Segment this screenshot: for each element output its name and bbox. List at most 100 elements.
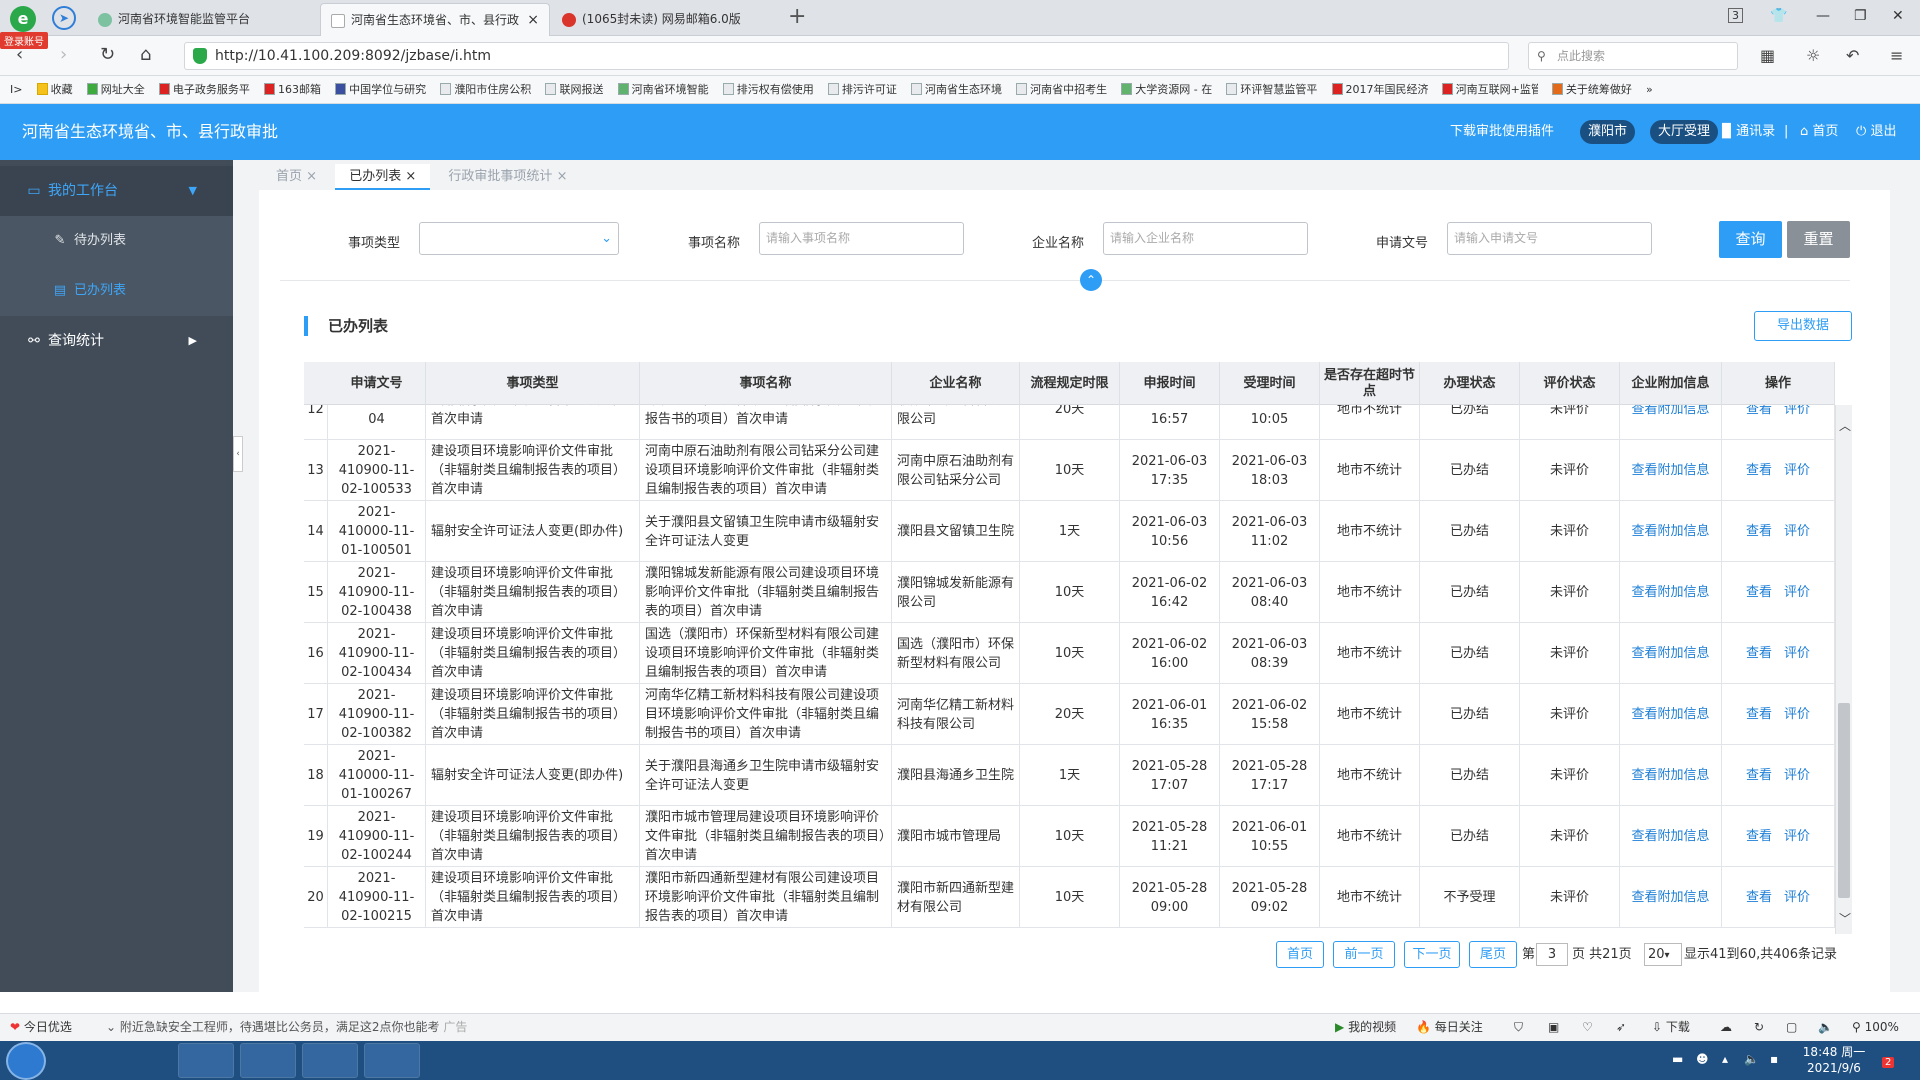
bookmark-item[interactable]: 电子政务服务平 bbox=[158, 76, 250, 103]
bookmark-item[interactable]: 环评智慧监管平 bbox=[1226, 76, 1317, 103]
view-link[interactable]: 查看 bbox=[1746, 827, 1772, 846]
bookmark-item[interactable]: 收藏 bbox=[36, 76, 73, 103]
skin-icon[interactable]: 👕 bbox=[1770, 8, 1787, 24]
bookmarks-more[interactable]: » bbox=[1646, 76, 1653, 103]
table-cell[interactable]: 查看附加信息 bbox=[1620, 440, 1722, 501]
rate-link[interactable]: 评价 bbox=[1784, 827, 1810, 846]
bookmark-item[interactable]: 大学资源网 - 在 bbox=[1121, 76, 1212, 103]
bookmark-item[interactable]: 河南省生态环境 bbox=[911, 76, 1002, 103]
per-page-select[interactable]: 20▾ bbox=[1644, 943, 1682, 966]
bookmark-item[interactable]: 排污许可证 bbox=[827, 76, 897, 103]
view-link[interactable]: 查看 bbox=[1746, 583, 1772, 602]
taskbar-app-explorer[interactable] bbox=[178, 1043, 234, 1078]
shield-icon[interactable]: ⛉ bbox=[1514, 1014, 1523, 1041]
start-button[interactable] bbox=[6, 1042, 46, 1080]
view-link[interactable]: 查看 bbox=[1746, 705, 1772, 724]
item-name-input[interactable]: 请输入事项名称 bbox=[759, 222, 964, 255]
bookmarks-toggle-icon[interactable]: I> bbox=[10, 76, 22, 103]
tray-keyboard-icon[interactable]: ▬ bbox=[1672, 1052, 1683, 1066]
sidebar-item-todo[interactable]: ✎ 待办列表 bbox=[0, 216, 233, 266]
download-plugin-link[interactable]: 下载审批使用插件 bbox=[1450, 104, 1554, 160]
cloud-icon[interactable]: ☁ bbox=[1720, 1014, 1732, 1041]
browser-tab-mail[interactable]: (1065封未读) 网易邮箱6.0版 bbox=[552, 3, 782, 36]
reset-button[interactable]: 重置 bbox=[1787, 221, 1850, 258]
bookmark-item[interactable]: 濮阳市住房公积 bbox=[440, 76, 531, 103]
new-tab-button[interactable]: + bbox=[788, 4, 806, 29]
send-arrow-icon[interactable]: ➤ bbox=[52, 6, 76, 30]
minimize-icon[interactable]: — bbox=[1816, 8, 1830, 24]
rocket-icon[interactable]: ➶ bbox=[1616, 1014, 1626, 1041]
city-selector[interactable]: 濮阳市 bbox=[1580, 120, 1636, 144]
tab-stats[interactable]: 行政审批事项统计 × bbox=[434, 164, 581, 190]
cell-extra[interactable]: 查看附加信息 bbox=[1631, 644, 1709, 663]
restore-icon[interactable]: ❐ bbox=[1854, 8, 1867, 24]
refresh-small-icon[interactable]: ↻ bbox=[1754, 1014, 1764, 1041]
taskbar-app-ie[interactable] bbox=[116, 1043, 172, 1078]
download-link[interactable]: ⇩ 下载 bbox=[1652, 1014, 1690, 1041]
news-ticker[interactable]: ⌄ 附近急缺安全工程师，待遇堪比公务员，满足这2点你也能考 广告 bbox=[106, 1014, 467, 1041]
undo-icon[interactable]: ↶ bbox=[1846, 46, 1859, 65]
cell-extra[interactable]: 查看附加信息 bbox=[1631, 888, 1709, 907]
table-scrollbar[interactable]: ︿ ﹀ bbox=[1835, 405, 1852, 934]
docno-input[interactable]: 请输入申请文号 bbox=[1447, 222, 1652, 255]
notification-badge[interactable]: 2 bbox=[1882, 1057, 1895, 1068]
last-page-button[interactable]: 尾页 bbox=[1469, 941, 1517, 968]
browser-search-input[interactable]: ⚲ 点此搜索 bbox=[1528, 42, 1738, 70]
prev-page-button[interactable]: 前一页 bbox=[1333, 941, 1395, 968]
query-button[interactable]: 查询 bbox=[1719, 221, 1782, 258]
first-page-button[interactable]: 首页 bbox=[1276, 941, 1324, 968]
cell-extra[interactable]: 查看附加信息 bbox=[1631, 766, 1709, 785]
tray-up-icon[interactable]: ▴ bbox=[1722, 1052, 1728, 1066]
home-link[interactable]: ⌂ 首页 bbox=[1800, 104, 1838, 160]
taskbar-app-360[interactable] bbox=[56, 1043, 112, 1078]
window-icon[interactable]: ▢ bbox=[1786, 1014, 1797, 1041]
view-link[interactable]: 查看 bbox=[1746, 888, 1772, 907]
login-account-badge[interactable]: 登录账号 bbox=[0, 32, 48, 49]
image-icon[interactable]: ▣ bbox=[1548, 1014, 1559, 1041]
cell-extra[interactable]: 查看附加信息 bbox=[1631, 705, 1709, 724]
contacts-link[interactable]: ▉ 通讯录 bbox=[1722, 104, 1775, 160]
rate-link[interactable]: 评价 bbox=[1784, 766, 1810, 785]
view-link[interactable]: 查看 bbox=[1746, 766, 1772, 785]
tray-user-icon[interactable]: ☻ bbox=[1696, 1052, 1709, 1066]
taskbar-app-wechat[interactable] bbox=[364, 1043, 420, 1078]
tab-count-badge[interactable]: 3 bbox=[1728, 8, 1743, 23]
table-cell[interactable]: 查看附加信息 bbox=[1620, 623, 1722, 684]
refresh-icon[interactable]: ↻ bbox=[100, 44, 115, 65]
table-cell[interactable]: 查看附加信息 bbox=[1620, 867, 1722, 928]
rate-link[interactable]: 评价 bbox=[1784, 644, 1810, 663]
bookmark-item[interactable]: 关于统筹做好 bbox=[1551, 76, 1632, 103]
page-number-input[interactable]: 3 bbox=[1536, 943, 1568, 966]
scrollbar-thumb[interactable] bbox=[1838, 703, 1850, 898]
view-link[interactable]: 查看 bbox=[1746, 644, 1772, 663]
forward-icon[interactable]: › bbox=[60, 44, 67, 65]
cell-extra[interactable]: 查看附加信息 bbox=[1631, 522, 1709, 541]
close-window-icon[interactable]: ✕ bbox=[1892, 8, 1904, 24]
heart-outline-icon[interactable]: ♡ bbox=[1582, 1014, 1593, 1041]
bookmark-item[interactable]: 中国学位与研究 bbox=[335, 76, 426, 103]
sidebar-collapse-handle[interactable]: ‹ bbox=[233, 436, 243, 472]
sidebar-item-done[interactable]: ▤ 已办列表 bbox=[0, 266, 233, 316]
bookmark-item[interactable]: 网址大全 bbox=[86, 76, 145, 103]
scroll-down-icon[interactable]: ﹀ bbox=[1839, 910, 1851, 927]
bookmark-item[interactable]: 2017年国民经济 bbox=[1331, 76, 1428, 103]
export-button[interactable]: 导出数据 bbox=[1754, 311, 1852, 341]
table-cell[interactable]: 查看附加信息 bbox=[1620, 562, 1722, 623]
table-cell[interactable]: 查看附加信息 bbox=[1620, 501, 1722, 562]
browser-logo-icon[interactable]: e bbox=[10, 6, 36, 32]
table-cell[interactable]: 查看附加信息 bbox=[1620, 745, 1722, 806]
bookmark-item[interactable]: 河南省环境智能 bbox=[617, 76, 709, 103]
zoom-control[interactable]: ⚲ 100% bbox=[1852, 1014, 1899, 1041]
tab-close-icon[interactable]: × bbox=[527, 4, 539, 36]
bookmark-item[interactable]: 联网报送 bbox=[545, 76, 603, 103]
cell-extra[interactable]: 查看附加信息 bbox=[1631, 583, 1709, 602]
daily-follow-link[interactable]: 🔥 每日关注 bbox=[1416, 1014, 1483, 1041]
rate-link[interactable]: 评价 bbox=[1784, 705, 1810, 724]
tray-network-icon[interactable]: ▪ bbox=[1770, 1052, 1778, 1066]
view-link[interactable]: 查看 bbox=[1746, 522, 1772, 541]
tray-volume-icon[interactable]: 🔈 bbox=[1744, 1052, 1759, 1066]
rate-link[interactable]: 评价 bbox=[1784, 461, 1810, 480]
table-cell[interactable]: 查看附加信息 bbox=[1620, 806, 1722, 867]
brightness-icon[interactable]: ☼ bbox=[1806, 46, 1820, 65]
my-video-link[interactable]: ▶ 我的视频 bbox=[1335, 1014, 1396, 1041]
